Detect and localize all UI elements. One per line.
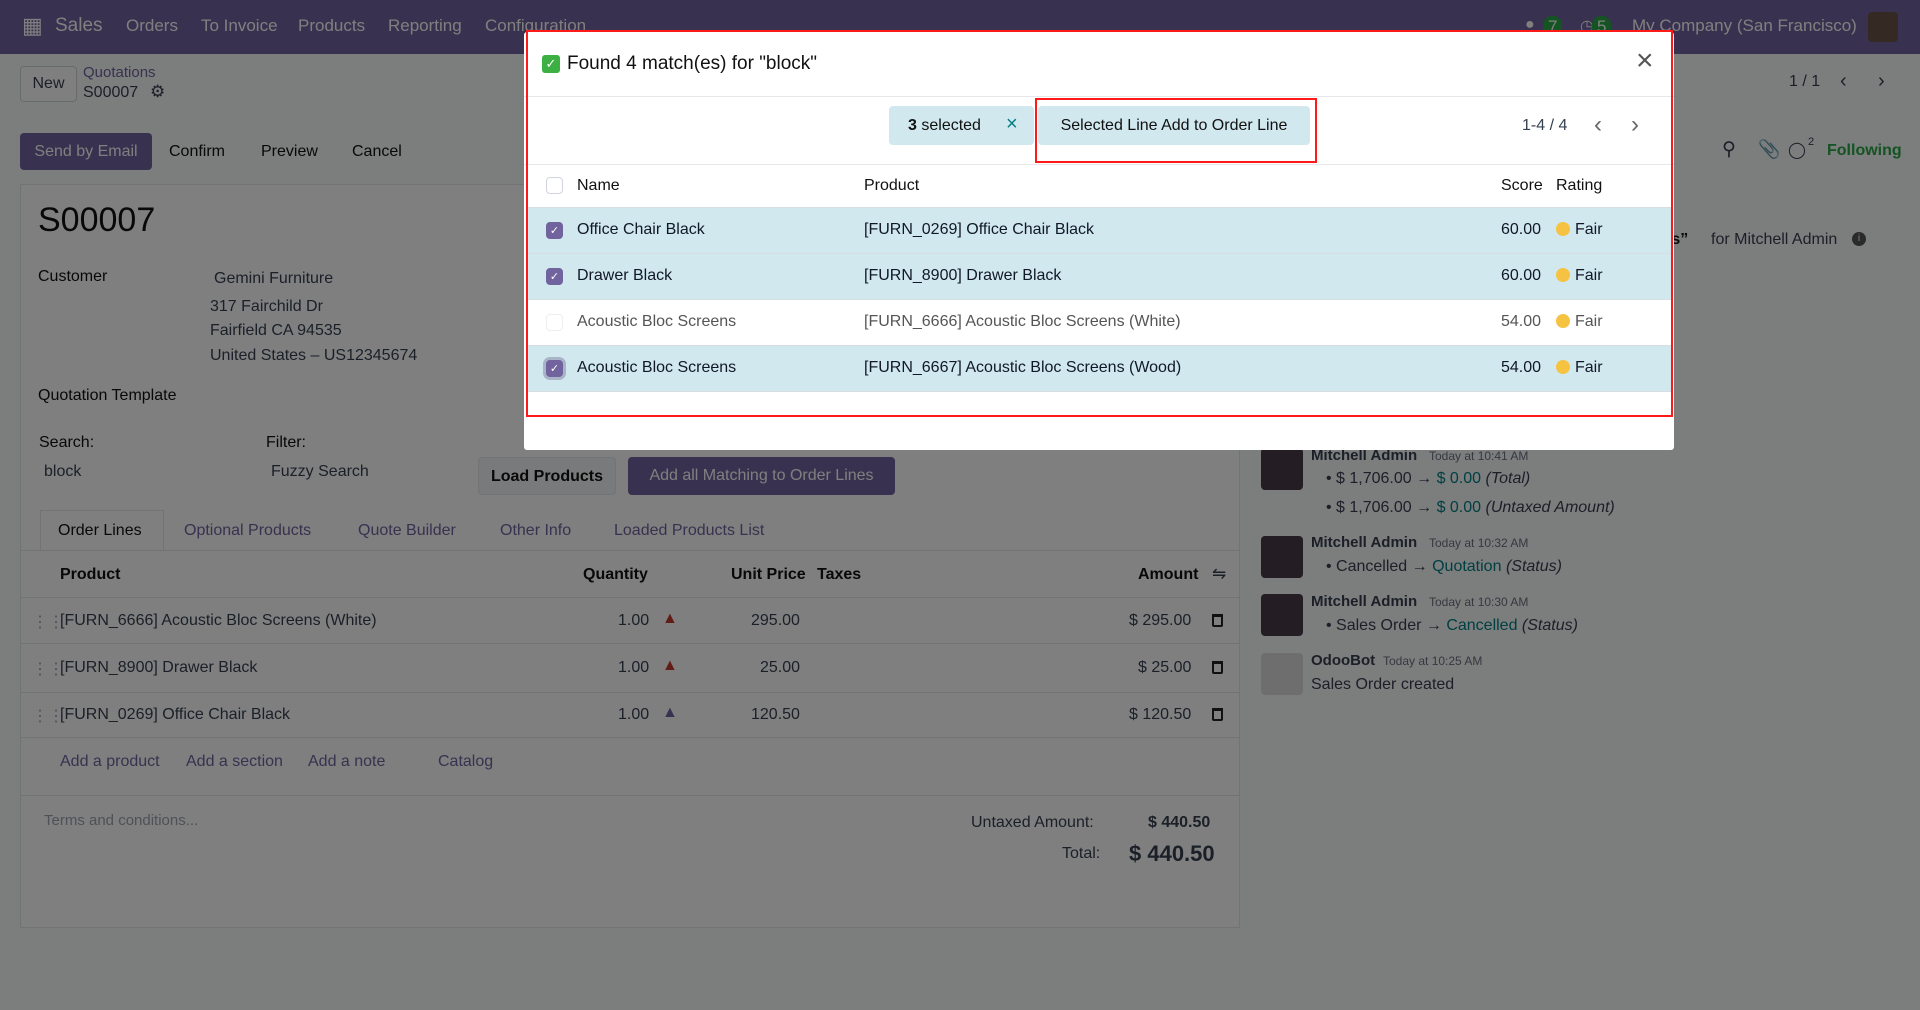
row-score: 60.00 — [1501, 221, 1542, 238]
row-score: 60.00 — [1501, 267, 1542, 284]
table-row[interactable]: ✓ Office Chair Black [FURN_0269] Office … — [526, 208, 1672, 254]
row-rating: Fair — [1556, 267, 1603, 285]
table-row[interactable]: Acoustic Bloc Screens [FURN_6666] Acoust… — [526, 300, 1672, 346]
row-rating: Fair — [1556, 359, 1603, 377]
matches-dialog: ✓ Found 4 match(es) for "block" × 3 sele… — [524, 32, 1674, 450]
table-row[interactable]: ✓ Drawer Black [FURN_8900] Drawer Black … — [526, 254, 1672, 300]
row-score: 54.00 — [1501, 313, 1542, 330]
row-product: [FURN_8900] Drawer Black — [864, 267, 1062, 284]
row-name: Office Chair Black — [577, 221, 705, 238]
row-name: Acoustic Bloc Screens — [577, 359, 737, 376]
row-product: [FURN_6666] Acoustic Bloc Screens (White… — [864, 313, 1181, 330]
row-score: 54.00 — [1501, 359, 1542, 376]
row-checkbox[interactable]: ✓ — [546, 222, 563, 239]
row-checkbox[interactable]: ✓ — [546, 360, 563, 377]
rating-text: Fair — [1575, 313, 1603, 330]
pager-next-icon[interactable]: › — [1631, 111, 1639, 139]
row-rating: Fair — [1556, 221, 1603, 239]
row-checkbox[interactable] — [546, 314, 563, 331]
selected-number: 3 — [908, 117, 917, 134]
row-product: [FURN_6667] Acoustic Bloc Screens (Wood) — [864, 359, 1182, 376]
check-icon: ✓ — [542, 55, 560, 73]
row-name: Drawer Black — [577, 267, 673, 284]
pager-prev-icon[interactable]: ‹ — [1594, 111, 1602, 139]
smiley-icon — [1556, 268, 1570, 282]
table-row[interactable]: ✓ Acoustic Bloc Screens [FURN_6667] Acou… — [526, 346, 1672, 392]
close-icon[interactable]: × — [1636, 44, 1654, 78]
col-product[interactable]: Product — [864, 177, 919, 195]
row-checkbox[interactable]: ✓ — [546, 268, 563, 285]
row-name: Acoustic Bloc Screens — [577, 313, 737, 330]
row-rating: Fair — [1556, 313, 1603, 331]
table-header: Name Product Score Rating — [526, 164, 1672, 208]
col-score[interactable]: Score — [1501, 177, 1543, 195]
smiley-icon — [1556, 222, 1570, 236]
smiley-icon — [1556, 314, 1570, 328]
header-divider — [524, 96, 1674, 97]
col-name[interactable]: Name — [577, 177, 620, 195]
dialog-title: Found 4 match(es) for "block" — [567, 53, 818, 74]
row-product: [FURN_0269] Office Chair Black — [864, 221, 1095, 238]
rating-text: Fair — [1575, 359, 1603, 376]
selected-label: selected — [921, 117, 981, 134]
smiley-icon — [1556, 360, 1570, 374]
dialog-pager: 1-4 / 4 — [1522, 117, 1568, 134]
rating-text: Fair — [1575, 267, 1603, 284]
col-rating[interactable]: Rating — [1556, 177, 1602, 195]
selected-count: 3 selected — [908, 117, 981, 135]
rating-text: Fair — [1575, 221, 1603, 238]
selected-line-add-button[interactable]: Selected Line Add to Order Line — [1038, 106, 1310, 145]
select-all-checkbox[interactable] — [546, 177, 563, 194]
unselect-all-icon[interactable]: × — [1006, 113, 1018, 136]
